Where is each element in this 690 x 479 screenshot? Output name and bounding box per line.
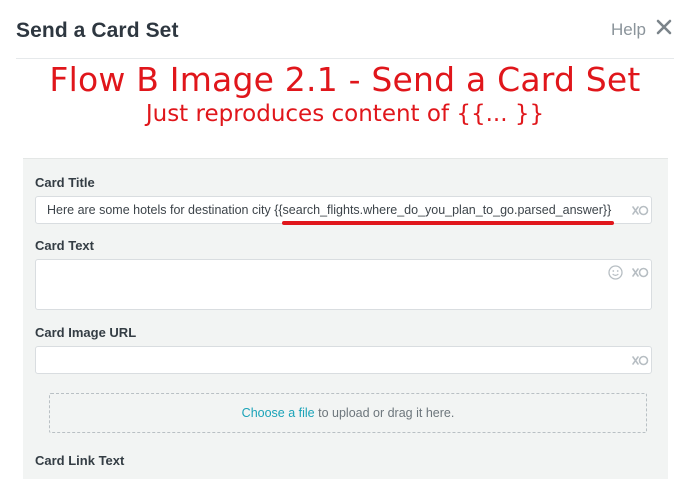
card-text-label: Card Text xyxy=(35,238,94,253)
dialog-header: Send a Card Set Help xyxy=(0,0,690,58)
upload-dropzone[interactable]: Choose a file to upload or drag it here. xyxy=(49,393,647,433)
annotation-title: Flow B Image 2.1 - Send a Card Set xyxy=(49,60,641,99)
emoji-icon[interactable] xyxy=(608,265,623,280)
annotation-underline xyxy=(282,221,614,225)
choose-file-link[interactable]: Choose a file xyxy=(242,406,315,420)
card-text-input[interactable] xyxy=(35,259,652,310)
upload-hint: to upload or drag it here. xyxy=(314,406,455,420)
card-title-label: Card Title xyxy=(35,175,95,190)
card-link-text-label: Card Link Text xyxy=(35,453,125,468)
card-image-url-label: Card Image URL xyxy=(35,325,137,340)
card-image-url-input[interactable] xyxy=(35,346,652,374)
annotation-subtitle: Just reproduces content of {{... }} xyxy=(145,101,545,127)
dialog-title: Send a Card Set xyxy=(16,19,179,42)
variable-insert-icon[interactable] xyxy=(632,355,649,366)
variable-insert-icon[interactable] xyxy=(632,205,649,216)
help-link[interactable]: Help xyxy=(611,20,646,40)
header-divider xyxy=(16,58,674,59)
card-title-input[interactable]: Here are some hotels for destination cit… xyxy=(35,196,652,224)
variable-insert-icon[interactable] xyxy=(632,267,649,278)
card-title-value: Here are some hotels for destination cit… xyxy=(47,203,612,217)
close-icon[interactable] xyxy=(654,17,674,37)
card-title-variable: {{search_flights.where_do_you_plan_to_go… xyxy=(274,203,612,217)
